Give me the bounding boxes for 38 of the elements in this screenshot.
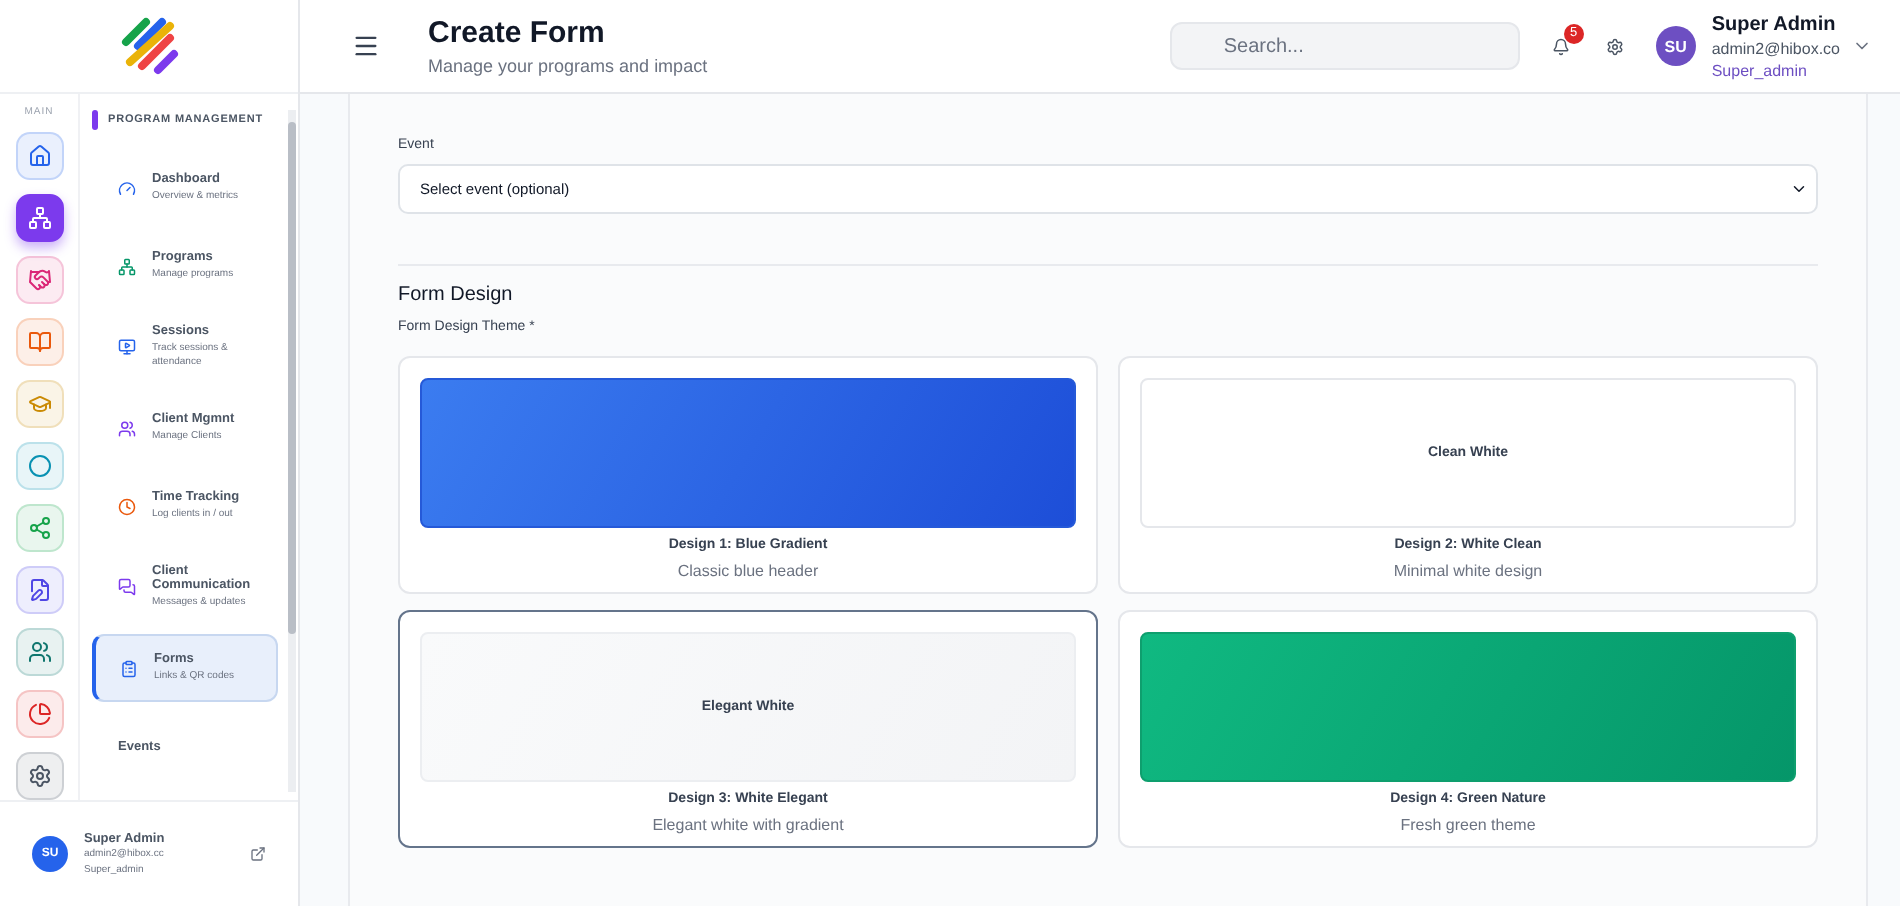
- scrollbar[interactable]: [288, 110, 296, 792]
- design-subtitle: Minimal white design: [1391, 562, 1545, 580]
- logo-icon: [117, 14, 181, 78]
- hierarchy-icon: [27, 206, 51, 230]
- avatar[interactable]: SU: [1655, 26, 1696, 66]
- chevron-down-icon: [1790, 180, 1808, 198]
- design-subtitle: Elegant white with gradient: [650, 816, 846, 834]
- settings-icon: [27, 764, 51, 788]
- nodes-icon: [27, 516, 51, 540]
- monitor-icon: [118, 338, 136, 356]
- page-subtitle: Manage your programs and impact: [428, 56, 710, 76]
- user-role: Super_admin: [1711, 61, 1809, 79]
- menu-icon[interactable]: [352, 32, 380, 60]
- user-name: Super Admin: [1711, 13, 1838, 35]
- pie-chart-icon: [27, 702, 51, 726]
- users-icon: [118, 419, 136, 437]
- clipboard-icon: [120, 659, 138, 677]
- hierarchy-icon: [118, 257, 136, 275]
- search-field[interactable]: Search...: [1169, 22, 1520, 70]
- user-email: admin2@hibox.co: [1711, 39, 1840, 57]
- graduation-cap-icon: [27, 392, 51, 416]
- chat-icon: [118, 578, 136, 596]
- page-title: Create Form: [428, 16, 607, 50]
- book-icon: [27, 330, 51, 354]
- document-edit-icon: [27, 578, 51, 602]
- circle-icon: [27, 454, 51, 478]
- design-subtitle: Fresh green theme: [1398, 816, 1538, 834]
- bell-icon[interactable]: [1551, 37, 1570, 55]
- users-icon: [27, 640, 51, 664]
- gauge-icon: [118, 179, 136, 197]
- settings-icon[interactable]: [1605, 37, 1624, 55]
- home-icon: [27, 144, 51, 168]
- section-heading: Form Design: [398, 284, 513, 306]
- handshake-icon: [27, 268, 51, 292]
- design-subtitle: Classic blue header: [675, 562, 821, 580]
- rail-button[interactable]: [15, 194, 63, 242]
- external-link-icon[interactable]: [250, 846, 266, 862]
- clock-icon: [118, 497, 136, 515]
